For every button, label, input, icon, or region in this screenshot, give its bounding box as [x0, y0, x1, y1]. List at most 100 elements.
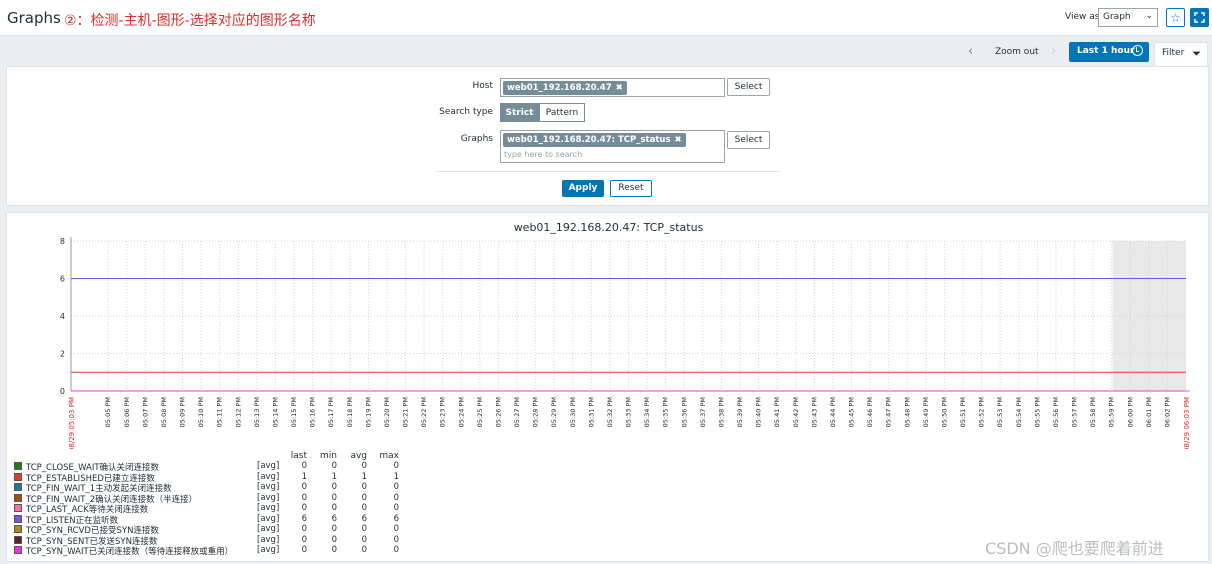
zoom-out-button[interactable]: Zoom out [995, 47, 1039, 57]
legend-value-last: 0 [301, 492, 307, 503]
legend-value-max: 0 [393, 534, 399, 545]
x-tick-label: 05:30 PM [569, 397, 577, 427]
x-tick-label: 05:56 PM [1052, 397, 1060, 427]
x-tick-label: 05:43 PM [810, 397, 818, 427]
legend-value-avg: 0 [361, 503, 367, 513]
tab-filter[interactable]: Filter ⏷ [1154, 42, 1208, 66]
remove-host-icon[interactable]: ✖ [616, 83, 623, 93]
legend-swatch [14, 462, 22, 470]
x-tick-label: 05:23 PM [439, 397, 447, 427]
x-tick-label: 05:39 PM [736, 397, 744, 427]
x-tick-label: 05:13 PM [253, 397, 261, 427]
x-tick-label: 05:45 PM [848, 397, 856, 427]
legend-function: [avg] [257, 534, 280, 545]
legend-item: TCP_SYN_RCVD已接受SYN连接数 [avg] 0 0 0 0 [14, 524, 414, 536]
legend-function: [avg] [257, 471, 280, 482]
legend-swatch [14, 546, 22, 554]
legend-value-avg: 0 [361, 524, 367, 534]
x-tick-label: 05:15 PM [290, 397, 298, 427]
host-select-button[interactable]: Select [727, 78, 770, 96]
legend-item: TCP_LAST_ACK等待关闭连接数 [avg] 0 0 0 0 [14, 503, 414, 515]
x-start-label: 08/29 05:03 PM [68, 397, 76, 449]
graph-tag-label: web01_192.168.20.47: TCP_status [507, 135, 671, 145]
legend-value-min: 0 [331, 545, 337, 555]
view-as-label: View as [1065, 12, 1100, 22]
legend-value-avg: 0 [361, 545, 367, 555]
add-to-favourites-button[interactable]: ☆ [1166, 8, 1185, 27]
chevron-right-icon[interactable]: › [1051, 44, 1056, 59]
x-tick-label: 05:16 PM [309, 397, 317, 427]
legend-value-max: 1 [393, 471, 399, 482]
search-type-pattern[interactable]: Pattern [539, 103, 585, 122]
legend-value-min: 0 [331, 482, 337, 492]
legend-value-max: 0 [393, 492, 399, 503]
reset-button[interactable]: Reset [610, 180, 652, 197]
form-divider [437, 171, 779, 172]
view-as-select[interactable]: Graph ⌄ [1098, 8, 1158, 27]
graphs-search-input[interactable]: type here to search [504, 150, 582, 159]
legend-value-last: 0 [301, 545, 307, 555]
legend-value-min: 0 [331, 524, 337, 534]
tcp-status-chart[interactable]: 0 2 4 6 8 05:05 PM 05:06 PM 05:07 PM 05:08 PM 05:… [7, 213, 1210, 449]
time-period-button[interactable]: Last 1 hour [1069, 42, 1149, 62]
legend-value-min: 0 [331, 461, 337, 471]
legend-value-max: 0 [393, 461, 399, 471]
graph-panel: web01_192.168.20.47: TCP_status 0 2 4 6 8 05:… [6, 212, 1209, 562]
apply-button[interactable]: Apply [562, 180, 604, 197]
y-tick-label: 8 [60, 237, 65, 246]
time-filter-bar: ‹ Zoom out › Last 1 hour Filter ⏷ [0, 36, 1212, 66]
x-tick-label: 05:26 PM [494, 397, 502, 427]
remove-graph-icon[interactable]: ✖ [675, 135, 682, 145]
x-tick-label: 05:49 PM [922, 397, 930, 427]
legend-value-min: 0 [331, 492, 337, 503]
host-tag[interactable]: web01_192.168.20.47 ✖ [503, 81, 627, 95]
graph-tag[interactable]: web01_192.168.20.47: TCP_status ✖ [503, 133, 686, 147]
legend-value-avg: 1 [361, 471, 367, 482]
x-tick-label: 05:28 PM [532, 397, 540, 427]
filter-tab-label: Filter [1162, 48, 1185, 58]
legend-swatch [14, 514, 22, 523]
x-tick-label: 05:58 PM [1089, 397, 1097, 427]
graphs-select-button[interactable]: Select [727, 131, 770, 149]
legend-header-avg: avg [350, 451, 367, 461]
legend-header-min: min [320, 451, 337, 461]
x-tick-label: 05:27 PM [513, 397, 521, 427]
watermark: CSDN @爬也要爬着前进 [985, 539, 1164, 558]
x-tick-label: 05:47 PM [885, 397, 893, 427]
x-tick-label: 05:40 PM [755, 397, 763, 427]
x-tick-label: 05:36 PM [680, 397, 688, 427]
legend-value-last: 0 [301, 524, 307, 534]
x-tick-label: 05:54 PM [1015, 397, 1023, 427]
fullscreen-button[interactable] [1190, 8, 1209, 27]
x-tick-label: 06:02 PM [1163, 397, 1171, 427]
legend-value-avg: 6 [361, 513, 367, 524]
x-tick-label: 05:32 PM [606, 397, 614, 427]
host-multiselect[interactable]: web01_192.168.20.47 ✖ [500, 78, 725, 97]
legend-item: TCP_CLOSE_WAIT确认关闭连接数 [avg] 0 0 0 0 [14, 461, 414, 473]
x-tick-label: 05:11 PM [216, 397, 224, 427]
legend-item: TCP_ESTABLISHED已建立连接数 [avg] 1 1 1 1 [14, 471, 414, 484]
legend-value-min: 0 [331, 503, 337, 513]
legend-header-last: last [290, 451, 307, 461]
legend-swatch [14, 472, 22, 481]
legend-function: [avg] [257, 524, 280, 534]
x-tick-label: 06:01 PM [1145, 397, 1153, 427]
legend-item: TCP_FIN_WAIT_2确认关闭连接数（半连接） [avg] 0 0 0 0 [14, 492, 414, 505]
search-type-strict[interactable]: Strict [500, 103, 539, 122]
legend-value-avg: 0 [361, 461, 367, 471]
x-tick-label: 05:33 PM [625, 397, 633, 427]
chevron-left-icon[interactable]: ‹ [968, 44, 973, 59]
time-period-label: Last 1 hour [1077, 46, 1135, 56]
legend-value-last: 1 [301, 471, 307, 482]
legend-function: [avg] [257, 503, 280, 513]
x-tick-label: 05:06 PM [123, 397, 131, 427]
x-tick-label: 05:57 PM [1071, 397, 1079, 427]
legend-function: [avg] [257, 482, 280, 492]
y-tick-label: 6 [60, 275, 65, 284]
y-tick-label: 2 [60, 350, 65, 359]
x-end-label: 08/29 06:03 PM [1183, 397, 1191, 449]
x-tick-label: 05:37 PM [699, 397, 707, 427]
host-label: Host [472, 81, 494, 91]
x-tick-label: 05:10 PM [197, 397, 205, 427]
legend-item: TCP_LISTEN正在监听数 [avg] 6 6 6 6 [14, 513, 414, 526]
